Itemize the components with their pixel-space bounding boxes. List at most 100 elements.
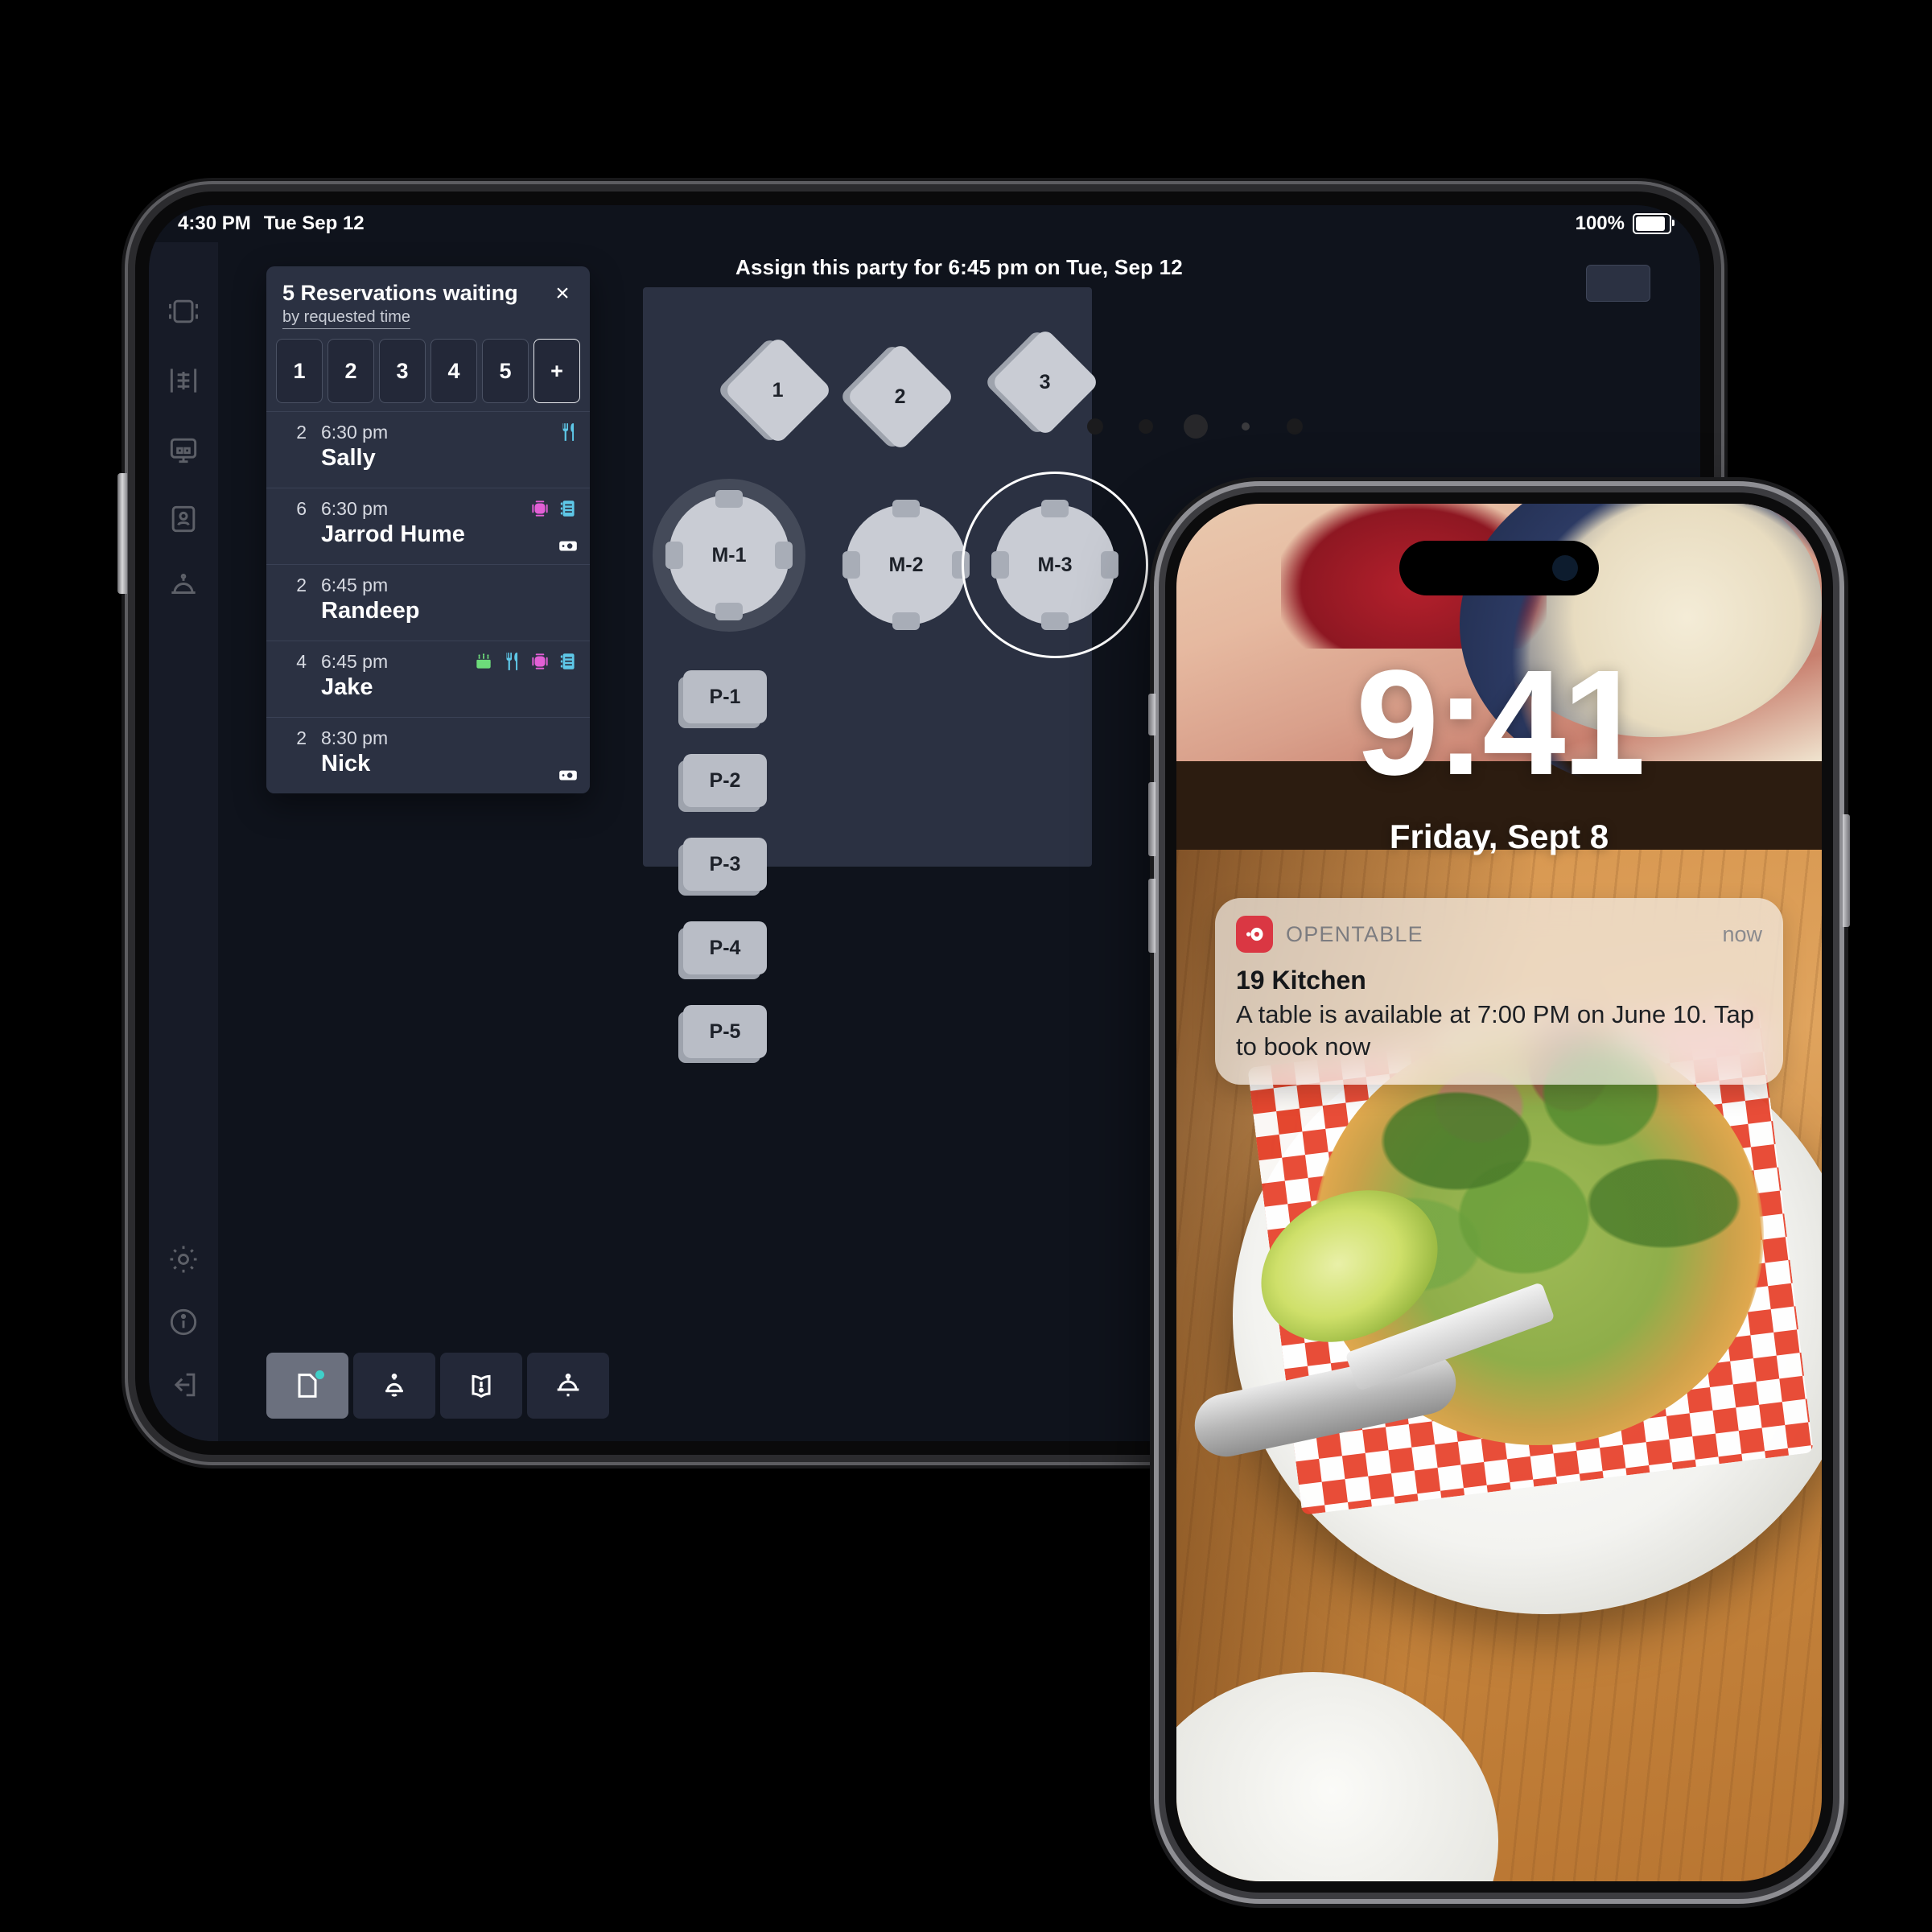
cutlery-icon [506,653,518,670]
reservation-row[interactable]: 2 6:30 pm Sally [266,411,590,488]
bell-icon[interactable] [166,571,201,606]
reservation-time: 8:30 pm [321,727,389,748]
reservations-sort-label[interactable]: by requested time [282,308,410,329]
camera-icon [559,541,577,551]
vip-icon [532,501,548,517]
reservations-waiting-panel: 5 Reservations waiting by requested time… [266,266,590,793]
tablet-status-bar: 4:30 PM Tue Sep 12 100% [149,205,1700,242]
phone-volume-up-button[interactable] [1148,782,1155,856]
table-label: 2 [895,385,906,408]
bell-button[interactable] [353,1353,435,1419]
reservation-row[interactable]: 6 6:30 pm Jarrod Hume [266,488,590,564]
reservations-panel-header: 5 Reservations waiting by requested time… [266,266,590,339]
guest-name: Randeep [321,598,420,624]
birthday-cake-icon [476,653,491,669]
party-size-1[interactable]: 1 [276,339,323,403]
status-time: 4:30 PM [178,212,251,234]
table-label: 1 [772,378,784,402]
table-p-3[interactable]: P-3 [683,838,767,891]
list-view-icon[interactable] [166,363,201,398]
party-size: 6 [296,498,307,519]
tablet-camera-strip [1081,410,1314,443]
notification-body: A table is available at 7:00 PM on June … [1236,1000,1754,1061]
party-size: 2 [296,422,307,443]
vip-icon [532,653,548,669]
notification-app-name: OPENTABLE [1286,921,1423,946]
floorplan-icon[interactable] [166,294,201,329]
guest-name: Jarrod Hume [321,521,465,547]
close-icon[interactable]: × [546,278,579,310]
table-m-1[interactable]: M-1 [653,479,805,632]
table-m-3[interactable]: M-3 [962,472,1148,658]
phone-volume-down-button[interactable] [1148,879,1155,953]
reservation-time: 6:30 pm [321,498,389,519]
table-p-5[interactable]: P-5 [683,1005,767,1058]
table-m-2[interactable]: M-2 [830,488,982,641]
alert-book-button[interactable] [440,1353,522,1419]
status-badge [315,1370,324,1379]
reservation-row[interactable]: 4 6:45 pm Jake [266,641,590,717]
settings-gear-icon[interactable] [166,1242,201,1277]
notes-icon [560,653,575,669]
status-date: Tue Sep 12 [263,212,365,234]
guestbook-icon[interactable] [166,501,201,537]
battery-icon [1633,213,1675,234]
party-size-selector: 1 2 3 4 5 + [266,339,590,411]
party-size-5[interactable]: 5 [482,339,529,403]
phone-power-button[interactable] [1843,814,1850,927]
camera-icon [559,770,577,781]
table-label: M-3 [1037,553,1073,576]
notification-timestamp: now [1722,921,1762,946]
reservation-row[interactable]: 2 8:30 pm Nick [266,717,590,793]
table-p-1[interactable]: P-1 [683,670,767,723]
reservation-time: 6:30 pm [321,422,389,443]
tablet-volume-button[interactable] [117,473,127,594]
party-size: 4 [296,651,307,672]
lockscreen-date: Friday, Sept 8 [1389,818,1609,855]
notification-title: 19 Kitchen [1236,966,1366,995]
guest-name: Nick [321,751,371,777]
opentable-notification[interactable]: OPENTABLE now 19 Kitchen A table is avai… [1215,898,1783,1085]
cutlery-icon [562,423,575,441]
table-label: P-1 [709,685,741,708]
status-battery-percent: 100% [1575,212,1625,234]
table-p-2[interactable]: P-2 [683,754,767,807]
reservations-panel-title: 5 Reservations waiting [282,281,518,305]
table-label: P-2 [709,768,741,792]
reservations-list: 2 6:30 pm Sally 6 6:30 pm Jarrod Hume 2 … [266,411,590,793]
server-bell-button[interactable] [527,1353,609,1419]
reservation-time: 6:45 pm [321,575,389,595]
guest-name: Sally [321,445,376,471]
front-camera-icon [1184,414,1208,439]
reservation-row[interactable]: 2 6:45 pm Randeep [266,564,590,641]
party-size-3[interactable]: 3 [379,339,426,403]
logout-icon[interactable] [166,1367,201,1403]
party-size: 2 [296,575,307,595]
notification-header: OPENTABLE now [1236,916,1762,953]
bottom-toolbar [266,1353,609,1419]
table-p-4[interactable]: P-4 [683,921,767,974]
party-size: 2 [296,727,307,748]
phone-silent-switch[interactable] [1148,694,1155,735]
phone-lock-screen[interactable]: 9:41 Friday, Sept 8 OPENTABLE now 19 Kit… [1176,504,1822,1881]
table-label: P-3 [709,852,741,875]
table-label: M-1 [711,543,747,566]
party-size-2[interactable]: 2 [327,339,374,403]
table-label: P-5 [709,1020,741,1043]
reservation-time: 6:45 pm [321,651,389,672]
phone-device: 9:41 Friday, Sept 8 OPENTABLE now 19 Kit… [1148,492,1850,1893]
party-size-4[interactable]: 4 [430,339,477,403]
table-label: M-2 [888,553,924,576]
guest-name: Jake [321,674,373,700]
front-camera-icon [1552,555,1578,581]
lockscreen-clock: 9:41 [1355,640,1646,806]
opentable-app-icon [1236,916,1273,953]
party-size-more[interactable]: + [533,339,580,403]
info-icon[interactable] [166,1304,201,1340]
notes-page-button[interactable] [266,1353,348,1419]
table-label: P-4 [709,936,741,959]
table-label: 3 [1040,370,1051,393]
timeline-icon[interactable] [166,432,201,468]
left-navigation-rail [149,242,218,1441]
dynamic-island [1399,541,1599,595]
